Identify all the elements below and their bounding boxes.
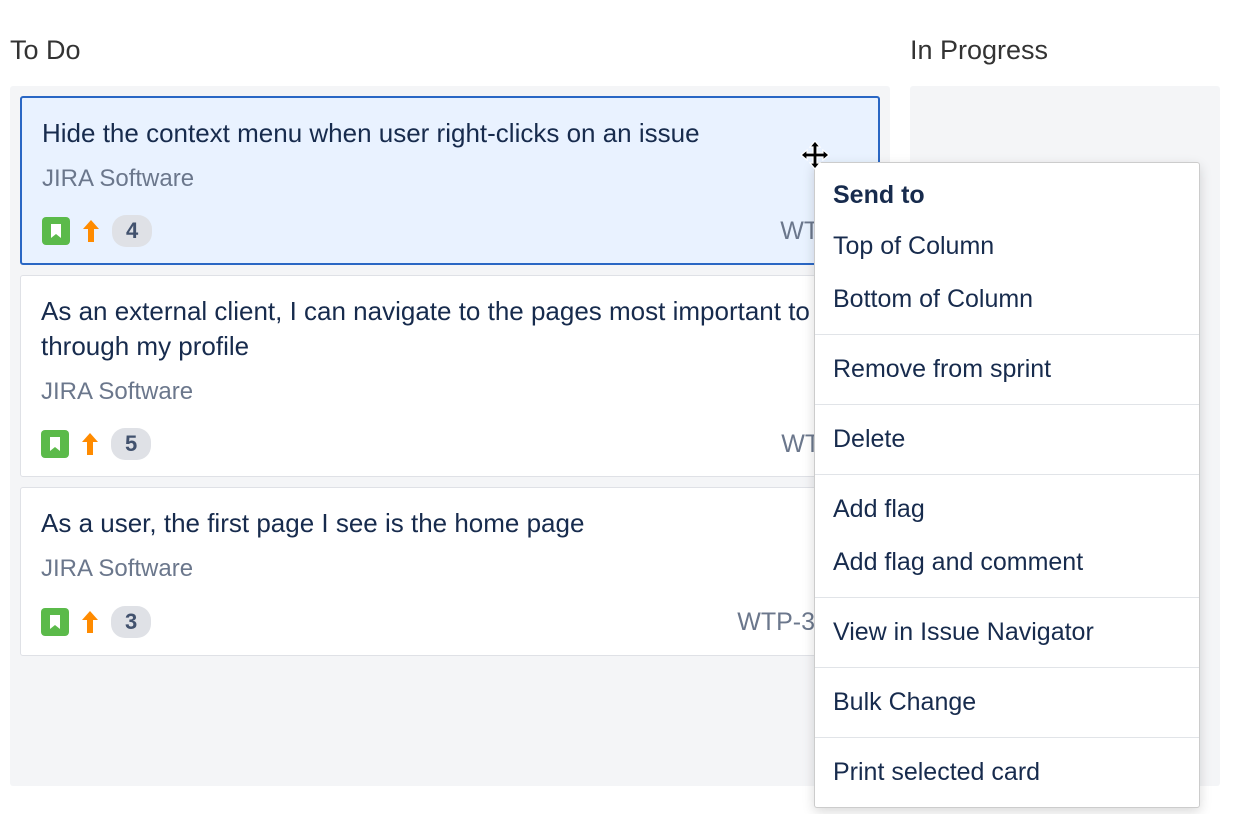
- card-meta: 4: [42, 215, 152, 247]
- menu-group-flag: Add flag Add flag and comment: [815, 475, 1199, 598]
- menu-item-delete[interactable]: Delete: [815, 413, 1199, 466]
- menu-group-delete: Delete: [815, 405, 1199, 475]
- menu-item-bottom-of-column[interactable]: Bottom of Column: [815, 273, 1199, 326]
- menu-group-navigator: View in Issue Navigator: [815, 598, 1199, 668]
- move-cursor-icon: [800, 140, 830, 170]
- menu-item-top-of-column[interactable]: Top of Column: [815, 220, 1199, 273]
- issue-title: Hide the context menu when user right-cl…: [42, 116, 858, 151]
- menu-group-sprint: Remove from sprint: [815, 335, 1199, 405]
- estimate-badge: 3: [111, 606, 151, 638]
- column-header-todo: To Do: [10, 10, 890, 86]
- priority-medium-icon: [81, 611, 99, 633]
- menu-item-remove-from-sprint[interactable]: Remove from sprint: [815, 343, 1199, 396]
- issue-card[interactable]: Hide the context menu when user right-cl…: [20, 96, 880, 265]
- menu-item-add-flag[interactable]: Add flag: [815, 483, 1199, 536]
- card-meta: 3: [41, 606, 151, 638]
- card-footer: 3 WTP-3: [41, 605, 859, 639]
- card-meta: 5: [41, 428, 151, 460]
- issue-title: As a user, the first page I see is the h…: [41, 506, 859, 541]
- menu-item-print-card[interactable]: Print selected card: [815, 746, 1199, 799]
- story-icon: [41, 430, 69, 458]
- menu-item-add-flag-comment[interactable]: Add flag and comment: [815, 536, 1199, 589]
- estimate-badge: 4: [112, 215, 152, 247]
- estimate-badge: 5: [111, 428, 151, 460]
- menu-header-sendto: Send to: [815, 171, 1199, 220]
- issue-epic: JIRA Software: [42, 165, 858, 193]
- issue-key: WTP-3: [737, 608, 815, 637]
- menu-group-bulk: Bulk Change: [815, 668, 1199, 738]
- story-icon: [41, 608, 69, 636]
- column-body-todo[interactable]: Hide the context menu when user right-cl…: [10, 86, 890, 786]
- story-icon: [42, 217, 70, 245]
- issue-epic: JIRA Software: [41, 555, 859, 583]
- card-footer: 5 WTP-2: [41, 428, 859, 460]
- menu-group-print: Print selected card: [815, 738, 1199, 807]
- menu-item-view-issue-navigator[interactable]: View in Issue Navigator: [815, 606, 1199, 659]
- column-todo: To Do Hide the context menu when user ri…: [10, 10, 890, 786]
- card-footer: 4 WTP-1: [42, 215, 858, 247]
- menu-group-sendto: Send to Top of Column Bottom of Column: [815, 163, 1199, 335]
- issue-card[interactable]: As an external client, I can navigate to…: [20, 275, 880, 477]
- issue-epic: JIRA Software: [41, 378, 859, 406]
- menu-item-bulk-change[interactable]: Bulk Change: [815, 676, 1199, 729]
- column-header-in-progress: In Progress: [910, 10, 1220, 86]
- issue-title: As an external client, I can navigate to…: [41, 294, 859, 364]
- context-menu: Send to Top of Column Bottom of Column R…: [814, 162, 1200, 808]
- issue-card[interactable]: As a user, the first page I see is the h…: [20, 487, 880, 656]
- priority-medium-icon: [81, 433, 99, 455]
- priority-medium-icon: [82, 220, 100, 242]
